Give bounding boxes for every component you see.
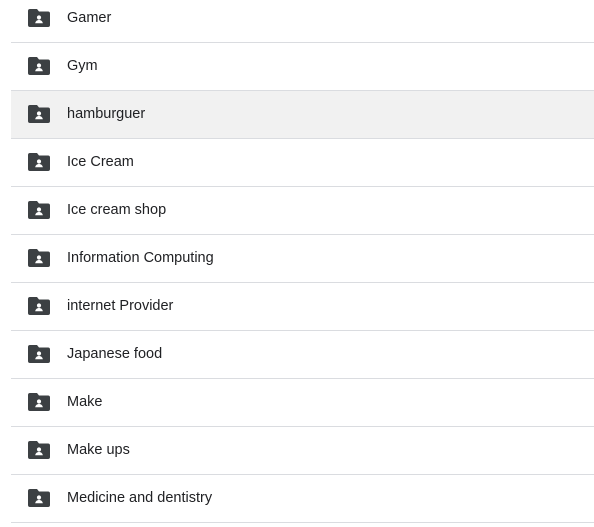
folder-row-gym[interactable]: Gym [11, 43, 594, 91]
shared-folder-icon [28, 344, 50, 364]
folder-name: Ice cream shop [67, 202, 167, 218]
shared-folder-icon [28, 248, 50, 268]
folder-name: Gamer [67, 10, 112, 26]
folder-row-ice-cream[interactable]: Ice Cream [11, 139, 594, 187]
folder-row-medicine-and-dentistry[interactable]: Medicine and dentistry [11, 475, 594, 523]
folder-row-hamburguer[interactable]: hamburguer [11, 91, 594, 139]
shared-folder-icon [28, 392, 50, 412]
folder-name: Make ups [67, 442, 130, 458]
folder-name: internet Provider [67, 298, 174, 314]
folder-list: Gamer Gym hamburguer Ice Cream Ice cream… [0, 0, 594, 527]
shared-folder-icon [28, 152, 50, 172]
shared-folder-icon [28, 8, 50, 28]
shared-folder-icon [28, 488, 50, 508]
folder-row-ice-cream-shop[interactable]: Ice cream shop [11, 187, 594, 235]
shared-folder-icon [28, 104, 50, 124]
folder-name: Japanese food [67, 346, 163, 362]
folder-row-information-computing[interactable]: Information Computing [11, 235, 594, 283]
folder-row-make[interactable]: Make [11, 379, 594, 427]
folder-name: hamburguer [67, 106, 146, 122]
shared-folder-icon [28, 440, 50, 460]
folder-name: Medicine and dentistry [67, 490, 213, 506]
folder-name: Ice Cream [67, 154, 134, 170]
folder-name: Make [67, 394, 103, 410]
folder-row-gamer[interactable]: Gamer [11, 0, 594, 43]
folder-row-make-ups[interactable]: Make ups [11, 427, 594, 475]
shared-folder-icon [28, 56, 50, 76]
folder-name: Information Computing [67, 250, 214, 266]
folder-row-internet-provider[interactable]: internet Provider [11, 283, 594, 331]
folder-row-japanese-food[interactable]: Japanese food [11, 331, 594, 379]
shared-folder-icon [28, 296, 50, 316]
folder-name: Gym [67, 58, 98, 74]
shared-folder-icon [28, 200, 50, 220]
